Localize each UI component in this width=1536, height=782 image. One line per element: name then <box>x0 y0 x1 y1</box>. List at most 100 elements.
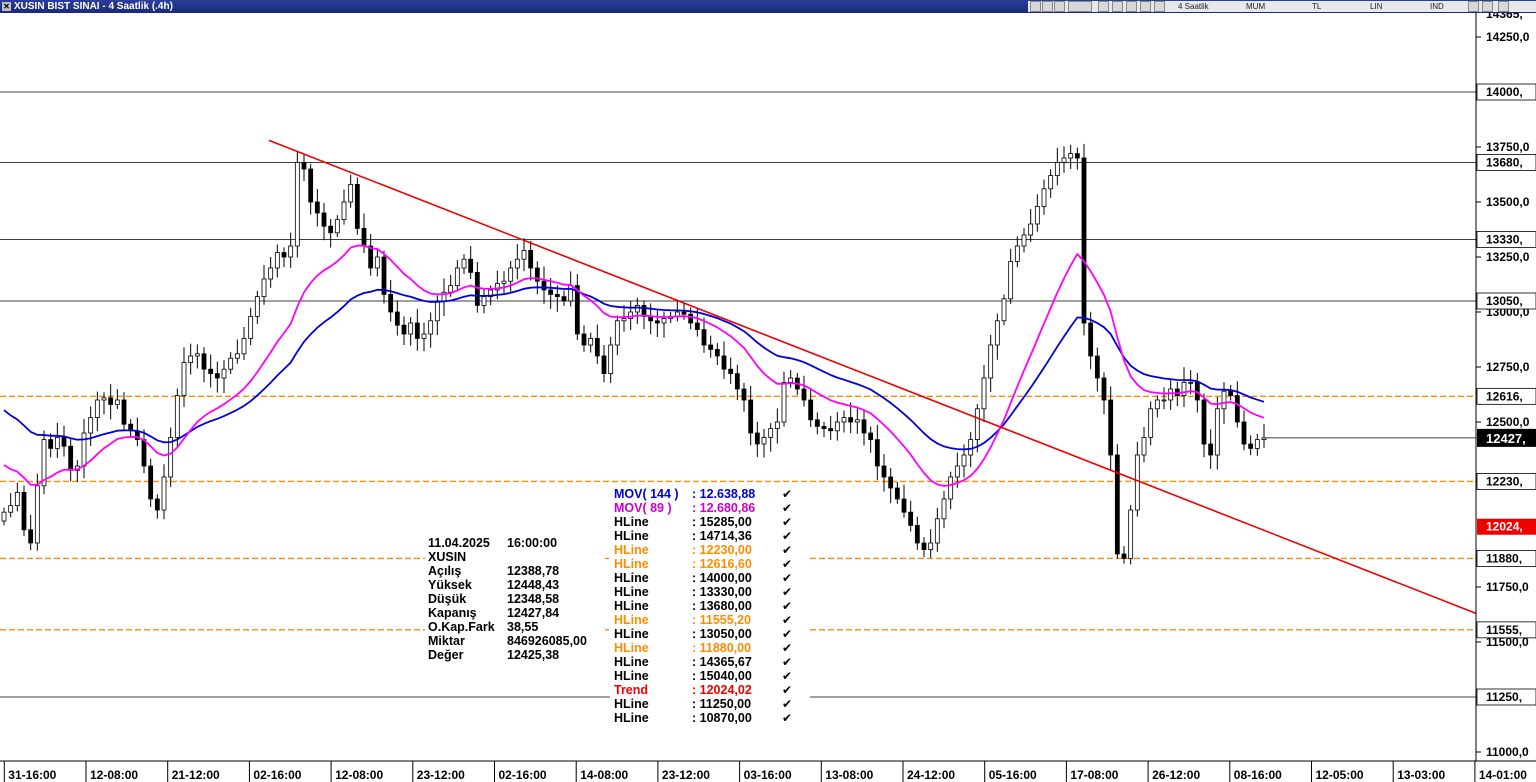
candle-body <box>741 388 747 401</box>
candle-body <box>654 320 660 324</box>
mode-lin-button[interactable]: LIN <box>1370 1 1382 12</box>
time-tick-label: 12-05:00 <box>1316 768 1364 782</box>
legend-item-name: HLine <box>614 557 649 571</box>
toolbar-tool-icon[interactable] <box>1054 1 1065 12</box>
price-tick-label: 12500,0 <box>1486 415 1530 429</box>
candle-body <box>361 227 367 247</box>
menu-icon[interactable] <box>1498 1 1509 12</box>
candle-body <box>1248 443 1254 449</box>
data-window-label: Kapanış <box>428 606 477 620</box>
mode-tl-button[interactable]: TL <box>1312 1 1321 12</box>
legend-item-value: : 13330,00 <box>692 585 752 599</box>
toolbar-tool-icon[interactable] <box>1112 1 1123 12</box>
toolbar-tool-icon[interactable] <box>1030 1 1041 12</box>
candle-body <box>1214 408 1220 456</box>
candle-body <box>1241 421 1247 445</box>
close-icon[interactable]: ✕ <box>2 2 11 11</box>
candle-body <box>1021 234 1027 247</box>
candle-body <box>261 278 267 298</box>
candle-body <box>614 320 620 346</box>
toolbar-tool-icon[interactable] <box>1140 1 1151 12</box>
toolbar-tool-icon[interactable] <box>1154 1 1165 12</box>
candle-body <box>781 381 787 423</box>
hline-value-label: 13680, <box>1486 155 1523 169</box>
candle-body <box>248 315 254 339</box>
candle-body <box>694 322 700 330</box>
price-axis: 14250,013750,013500,013250,013000,012750… <box>1475 13 1536 761</box>
legend-item-value: : 15040,00 <box>692 669 752 683</box>
candle-body <box>501 280 507 284</box>
legend-item-name: HLine <box>614 515 649 529</box>
candle-body <box>768 428 774 438</box>
moving-averages <box>3 244 1265 487</box>
legend-check-icon: ✔ <box>782 543 792 557</box>
legend-item-value: : 11250,00 <box>692 697 751 711</box>
candle-body <box>834 421 840 432</box>
candle-body <box>434 300 440 322</box>
data-window-value: 38,55 <box>507 620 538 634</box>
time-tick-label: 26-12:00 <box>1152 768 1200 782</box>
candle-body <box>194 353 200 357</box>
candle-body <box>988 344 994 379</box>
price-tick-label: 13750,0 <box>1486 140 1530 154</box>
candle-body <box>1148 408 1154 438</box>
candle-body <box>481 296 487 306</box>
data-window-date: 11.04.2025 <box>428 536 490 550</box>
legend-item-value: : 12.680,86 <box>692 501 755 515</box>
toolbar-tool-icon[interactable] <box>1042 1 1053 12</box>
legend-item-value: : 12616,60 <box>692 557 752 571</box>
hline-value-label: 14000, <box>1486 85 1523 99</box>
candle-body <box>321 212 327 227</box>
legend-item-name: HLine <box>614 599 649 613</box>
candle-body <box>1068 153 1074 159</box>
candle-body <box>801 388 807 401</box>
toolbar-tool-icon[interactable] <box>1068 1 1092 12</box>
candle-body <box>228 357 234 370</box>
candle-body <box>234 353 240 359</box>
candle-body <box>701 329 707 346</box>
time-tick-label: 02-16:00 <box>499 768 547 782</box>
candle-body <box>308 168 314 203</box>
data-window-value: 846926085,00 <box>507 634 587 648</box>
toolbar-tool-icon[interactable] <box>1126 1 1137 12</box>
candle-body <box>294 161 300 247</box>
print-icon[interactable] <box>1482 1 1493 12</box>
candle-body <box>554 293 560 297</box>
price-chart[interactable]: 14250,013750,013500,013250,013000,012750… <box>0 13 1536 782</box>
candle-body <box>948 476 954 500</box>
mode-mum-button[interactable]: MUM <box>1246 1 1265 12</box>
ma-144-line <box>3 286 1265 451</box>
candle-body <box>301 161 307 170</box>
data-window-value: 12427,84 <box>507 606 559 620</box>
candle-body <box>934 518 940 544</box>
period-selector[interactable]: 4 Saatlik <box>1178 1 1209 12</box>
time-tick-label: 05-16:00 <box>989 768 1037 782</box>
legend-check-icon: ✔ <box>782 627 792 641</box>
candle-body <box>854 419 860 423</box>
legend-item-value: : 14714,36 <box>692 529 752 543</box>
candle-body <box>728 368 734 375</box>
search-icon[interactable] <box>1468 1 1479 12</box>
candle-body <box>608 344 614 375</box>
candle-body <box>1161 399 1167 402</box>
candle-body <box>81 432 87 467</box>
candle-body <box>748 399 754 434</box>
candle-body <box>314 201 320 214</box>
candle-body <box>454 267 460 287</box>
legend-item-value: : 14000,00 <box>692 571 752 585</box>
candle-body <box>148 465 154 500</box>
candle-body <box>1088 322 1094 357</box>
candle-body <box>774 421 780 429</box>
mode-ind-button[interactable]: IND <box>1430 1 1444 12</box>
toolbar-tool-icon[interactable] <box>1098 1 1109 12</box>
candle-body <box>848 417 854 423</box>
candle-body <box>521 249 527 260</box>
candle-body <box>368 245 374 269</box>
candle-body <box>88 417 94 434</box>
candle-body <box>1 511 7 522</box>
candle-body <box>721 355 727 370</box>
legend-item-value: : 12024,02 <box>692 683 752 697</box>
candle-body <box>1081 157 1087 324</box>
candle-body <box>408 322 414 335</box>
candle-body <box>561 296 567 302</box>
